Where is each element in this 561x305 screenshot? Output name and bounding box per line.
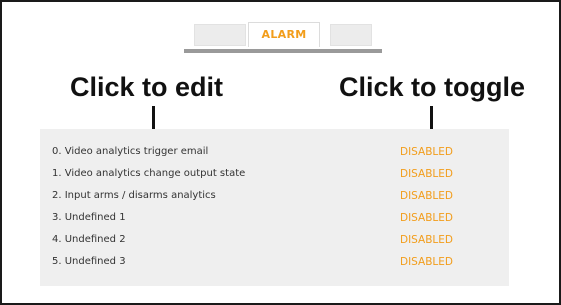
alarm-row: 0. Video analytics trigger email DISABLE… [52, 143, 502, 161]
alarm-name[interactable]: 0. Video analytics trigger email [52, 143, 208, 161]
tab-underline [184, 49, 382, 53]
alarm-name[interactable]: 3. Undefined 1 [52, 209, 126, 227]
alarm-state-toggle[interactable]: DISABLED [400, 143, 453, 161]
alarm-row: 1. Video analytics change output state D… [52, 165, 502, 183]
alarm-name[interactable]: 1. Video analytics change output state [52, 165, 245, 183]
alarm-row: 2. Input arms / disarms analytics DISABL… [52, 187, 502, 205]
annotation-edit: Click to edit [70, 72, 224, 102]
alarm-name[interactable]: 2. Input arms / disarms analytics [52, 187, 216, 205]
alarm-row: 5. Undefined 3 DISABLED [52, 253, 502, 271]
annotation-toggle: Click to toggle [339, 72, 526, 102]
tab-alarm[interactable]: ALARM [248, 22, 320, 47]
alarm-state-toggle[interactable]: DISABLED [400, 253, 453, 271]
alarm-state-toggle[interactable]: DISABLED [400, 231, 453, 249]
alarm-name[interactable]: 4. Undefined 2 [52, 231, 126, 249]
tab-right[interactable] [330, 24, 372, 46]
alarm-row: 4. Undefined 2 DISABLED [52, 231, 502, 249]
alarm-state-toggle[interactable]: DISABLED [400, 187, 453, 205]
app-frame: ALARM Click to edit Click to toggle 0. V… [0, 0, 561, 305]
alarm-row: 3. Undefined 1 DISABLED [52, 209, 502, 227]
alarm-state-toggle[interactable]: DISABLED [400, 209, 453, 227]
alarm-name[interactable]: 5. Undefined 3 [52, 253, 126, 271]
tab-left[interactable] [194, 24, 246, 46]
alarm-state-toggle[interactable]: DISABLED [400, 165, 453, 183]
alarm-list-panel: 0. Video analytics trigger email DISABLE… [40, 129, 509, 286]
